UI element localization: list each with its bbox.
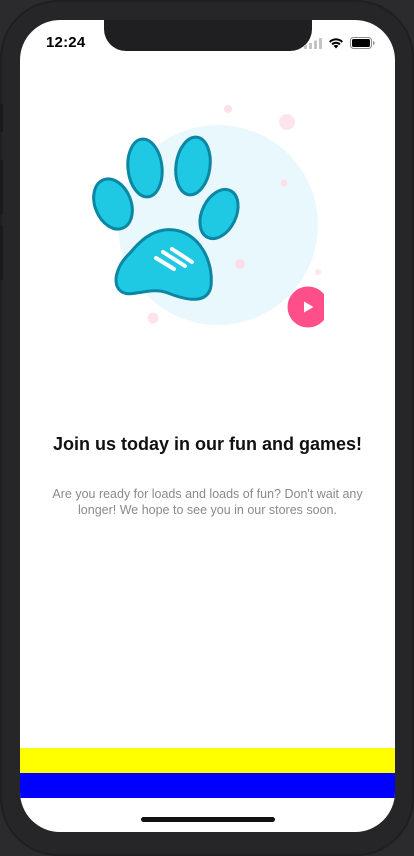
hero-illustration bbox=[92, 105, 325, 328]
volume-down-button bbox=[0, 226, 3, 280]
description-text: Are you ready for loads and loads of fun… bbox=[52, 487, 363, 517]
decor-dot bbox=[224, 105, 232, 113]
page-title: Join us today in our fun and games! bbox=[52, 434, 363, 454]
signal-icon bbox=[304, 37, 322, 49]
home-indicator[interactable] bbox=[141, 817, 275, 822]
notch bbox=[104, 20, 312, 51]
side-button bbox=[0, 104, 3, 132]
battery-icon bbox=[350, 37, 375, 49]
status-icons bbox=[304, 37, 375, 49]
decor-dot bbox=[147, 312, 159, 324]
phone-screen: 12:24 Join us today in our fun and games… bbox=[20, 20, 395, 832]
blue-stripe bbox=[20, 773, 395, 798]
play-button[interactable] bbox=[287, 286, 325, 328]
wifi-icon bbox=[329, 38, 343, 49]
decor-dot bbox=[280, 179, 288, 187]
volume-up-button bbox=[0, 160, 3, 214]
decor-dot bbox=[279, 114, 295, 130]
phone-frame: 12:24 Join us today in our fun and games… bbox=[0, 0, 414, 856]
decor-dot bbox=[315, 269, 321, 275]
yellow-stripe bbox=[20, 748, 395, 773]
decor-dot bbox=[235, 259, 245, 269]
status-time: 12:24 bbox=[46, 34, 86, 51]
